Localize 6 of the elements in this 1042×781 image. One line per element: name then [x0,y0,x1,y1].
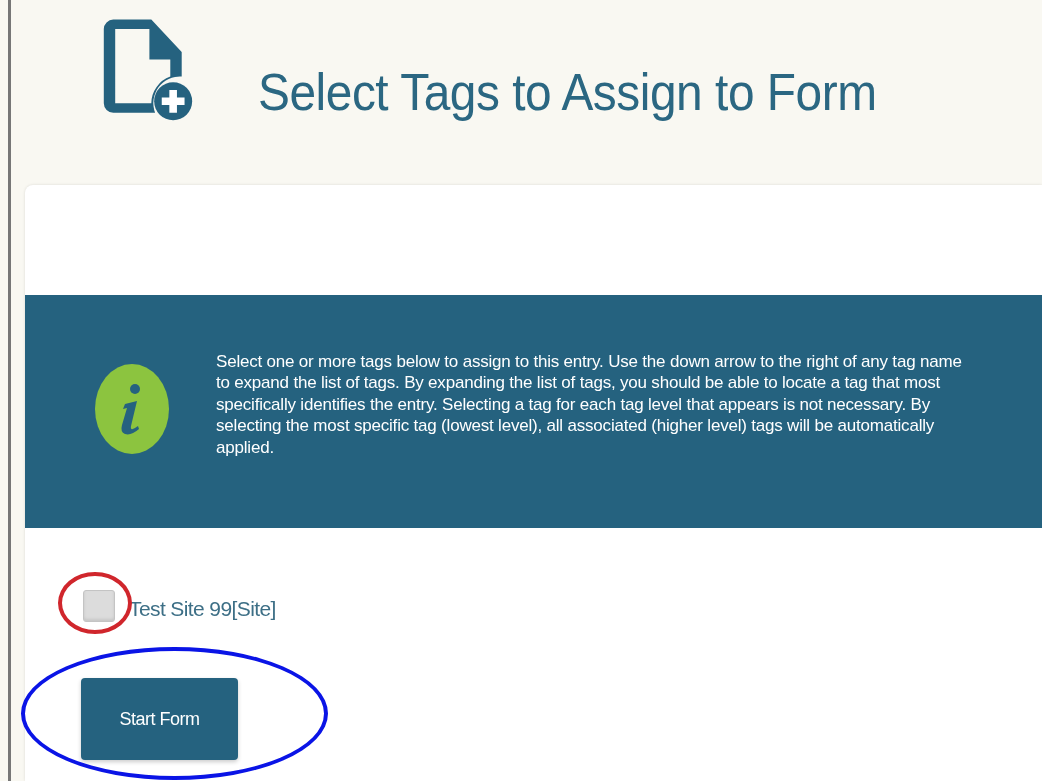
info-icon [95,363,169,454]
tag-label: Test Site 99[Site] [129,597,276,621]
checkbox[interactable] [83,590,115,622]
page-title: Select Tags to Assign to Form [258,62,877,122]
start-form-button[interactable]: Start Form [81,678,238,760]
info-text: Select one or more tags below to assign to this entry. Use the down arrow to the right of any tag name to expand the list of tags. By expanding the list of tags, you should be able to locate a tag that most specifically identifies the entry. Selecting a tag for each tag level that appears is not necessary. By selecting the most specific tag (lowest level), all associated (higher level) tags will be automatically applied. [216,350,963,459]
